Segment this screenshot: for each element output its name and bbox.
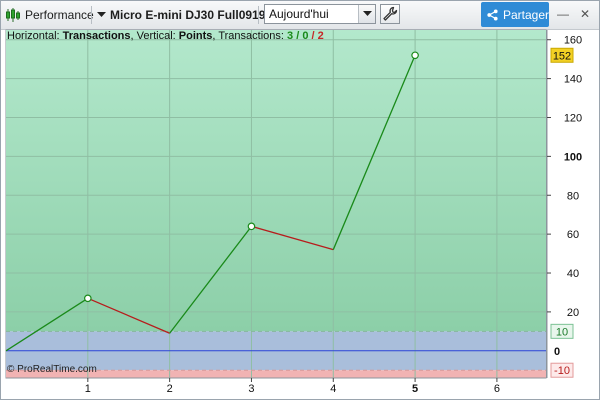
settings-wrench-button[interactable] bbox=[380, 4, 400, 24]
vertical-value: Points bbox=[178, 30, 213, 42]
transactions-prefix: , Transactions: bbox=[212, 30, 288, 42]
losing-count: 2 bbox=[317, 30, 324, 42]
instrument-label: Micro E-mini DJ30 Full0919 bbox=[110, 8, 266, 22]
performance-button[interactable]: Performance bbox=[5, 1, 94, 29]
period-select[interactable]: Aujourd'hui bbox=[264, 4, 376, 24]
upper-band-badge: 10 bbox=[556, 326, 568, 338]
positive-zone bbox=[6, 30, 546, 332]
y-tick-label: 120 bbox=[564, 112, 582, 124]
series-point-marker bbox=[411, 51, 419, 60]
series-point-marker bbox=[247, 222, 256, 231]
candlestick-chart-icon bbox=[6, 8, 20, 22]
x-tick-label: 4 bbox=[330, 383, 336, 395]
performance-window: Performance Micro E-mini DJ30 Full0919 A… bbox=[0, 0, 600, 400]
equity-curve-chart[interactable]: 20406080100120140160 123456 152100-10 bbox=[1, 29, 599, 399]
x-tick-label: 2 bbox=[167, 383, 173, 395]
dropdown-arrow-icon bbox=[97, 12, 106, 17]
x-axis: 1 2 3 4 5 6 bbox=[6, 377, 546, 395]
minimize-icon: — bbox=[557, 7, 569, 21]
count-separator: / bbox=[293, 30, 303, 42]
performance-label: Performance bbox=[25, 8, 94, 22]
x-tick-label: 5 bbox=[412, 383, 418, 395]
current-value-badge: 152 bbox=[553, 50, 571, 62]
chevron-down-icon bbox=[362, 11, 372, 16]
count-separator: / bbox=[308, 30, 318, 42]
chart-info-bar: Horizontal: Transactions, Vertical: Poin… bbox=[7, 30, 324, 42]
y-tick-label: 140 bbox=[564, 74, 582, 86]
copyright-text: © ProRealTime.com bbox=[7, 364, 97, 375]
x-tick-label: 3 bbox=[248, 383, 254, 395]
toolbar: Performance Micro E-mini DJ30 Full0919 A… bbox=[1, 1, 599, 30]
y-tick-label: 80 bbox=[567, 190, 579, 202]
y-tick-label: 40 bbox=[567, 268, 579, 280]
period-select-arrow[interactable] bbox=[358, 5, 375, 23]
lower-band-badge: -10 bbox=[554, 365, 570, 377]
close-button[interactable]: ✕ bbox=[577, 5, 593, 23]
series-point-marker bbox=[84, 294, 92, 303]
close-icon: ✕ bbox=[579, 7, 591, 21]
y-tick-label: 20 bbox=[567, 307, 579, 319]
y-tick-label: 100 bbox=[564, 151, 582, 163]
zero-label: 0 bbox=[554, 346, 560, 358]
share-button[interactable]: Partager bbox=[481, 2, 549, 27]
toolbar-separator bbox=[258, 6, 259, 24]
period-select-value: Aujourd'hui bbox=[269, 7, 329, 21]
share-label: Partager bbox=[502, 7, 549, 22]
horizontal-prefix: Horizontal: bbox=[7, 30, 63, 42]
instrument-selector[interactable]: Micro E-mini DJ30 Full0919 bbox=[97, 1, 265, 29]
share-icon bbox=[487, 8, 498, 21]
horizontal-value: Transactions bbox=[62, 30, 131, 42]
x-tick-label: 6 bbox=[494, 383, 500, 395]
x-tick-label: 1 bbox=[85, 383, 91, 395]
wrench-icon bbox=[383, 6, 398, 21]
y-tick-label: 160 bbox=[564, 35, 582, 47]
toolbar-separator bbox=[91, 6, 92, 24]
y-tick-label: 60 bbox=[567, 229, 579, 241]
vertical-prefix: , Vertical: bbox=[130, 30, 179, 42]
minimize-button[interactable]: — bbox=[555, 5, 571, 23]
